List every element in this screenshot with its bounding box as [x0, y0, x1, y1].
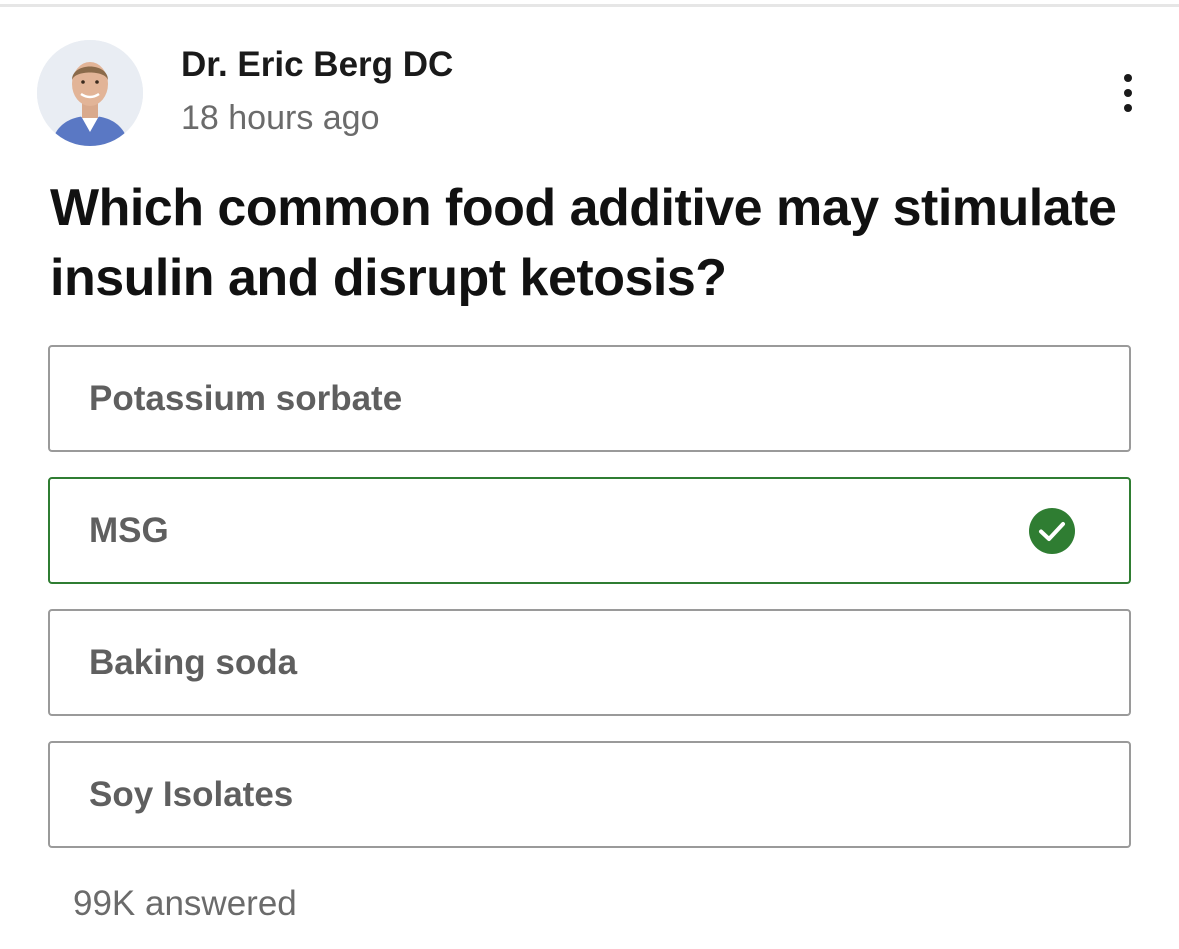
quiz-option-label: MSG	[89, 510, 169, 550]
quiz-question: Which common food additive may stimulate…	[50, 179, 1117, 307]
more-options-button[interactable]	[1108, 70, 1148, 116]
avatar-portrait-image	[37, 40, 143, 146]
quiz-option-potassium-sorbate[interactable]: Potassium sorbate	[48, 345, 1131, 452]
more-vertical-icon	[1124, 74, 1132, 82]
quiz-option-msg[interactable]: MSG	[48, 477, 1131, 584]
answered-count: 99K answered	[73, 884, 297, 923]
quiz-option-label: Soy Isolates	[89, 774, 294, 814]
author-avatar[interactable]	[37, 40, 143, 146]
post-timestamp: 18 hours ago	[181, 99, 380, 137]
quiz-option-label: Baking soda	[89, 642, 298, 682]
quiz-option-label: Potassium sorbate	[89, 378, 403, 418]
quiz-option-soy-isolates[interactable]: Soy Isolates	[48, 741, 1131, 848]
author-name[interactable]: Dr. Eric Berg DC	[181, 45, 453, 85]
top-divider	[0, 4, 1179, 7]
more-vertical-icon-dot-2	[1124, 89, 1132, 97]
quiz-option-baking-soda[interactable]: Baking soda	[48, 609, 1131, 716]
more-vertical-icon-dot-3	[1124, 104, 1132, 112]
check-circle-icon	[1029, 507, 1075, 554]
